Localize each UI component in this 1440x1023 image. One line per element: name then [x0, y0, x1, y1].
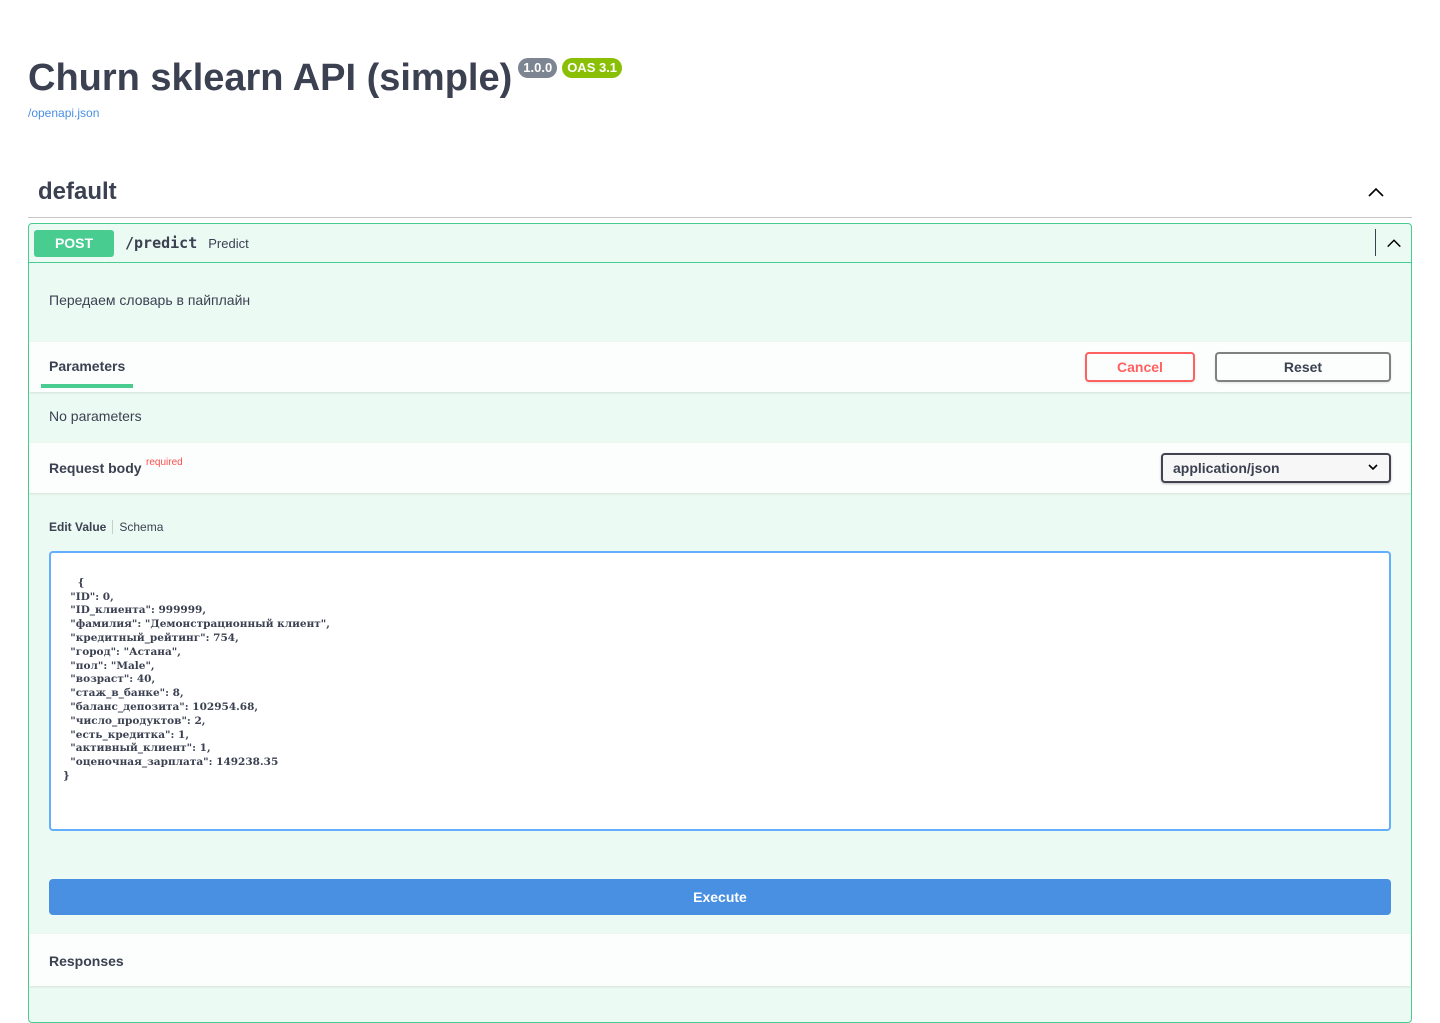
tag-name: default — [38, 177, 117, 205]
reset-button[interactable]: Reset — [1215, 352, 1391, 382]
request-body-text: { "ID": 0, "ID_клиента": 999999, "фамили… — [63, 576, 330, 782]
content-type-value: application/json — [1173, 460, 1280, 476]
responses-header: Responses — [29, 934, 1411, 986]
request-body-header: Request body required application/json — [29, 443, 1411, 493]
tab-divider — [112, 520, 114, 534]
parameters-header: Parameters Cancel Reset — [29, 342, 1411, 392]
content-type-select[interactable]: application/json — [1161, 453, 1391, 483]
tab-schema[interactable]: Schema — [119, 520, 163, 534]
chevron-up-icon[interactable] — [1364, 180, 1388, 204]
chevron-up-icon[interactable] — [1375, 229, 1411, 256]
api-info: Churn sklearn API (simple) 1.0.0 OAS 3.1… — [28, 50, 623, 122]
resize-grip-icon[interactable] — [1378, 818, 1387, 827]
tab-parameters[interactable]: Parameters — [49, 358, 125, 374]
operation-description: Передаем словарь в пайплайн — [49, 292, 251, 308]
openapi-json-link[interactable]: /openapi.json — [28, 106, 99, 120]
chevron-down-icon — [1367, 460, 1379, 476]
request-body-title: Request body — [49, 460, 142, 476]
title-row: Churn sklearn API (simple) 1.0.0 OAS 3.1 — [28, 50, 623, 99]
body-tabs: Edit Value Schema — [49, 520, 163, 534]
operation-path: /predict — [125, 234, 198, 252]
tab-edit-value[interactable]: Edit Value — [49, 520, 106, 534]
execute-button[interactable]: Execute — [49, 879, 1391, 915]
no-parameters-text: No parameters — [49, 408, 142, 424]
tab-active-indicator — [41, 384, 133, 388]
oas-badge: OAS 3.1 — [562, 58, 623, 78]
cancel-button[interactable]: Cancel — [1085, 352, 1195, 382]
request-body-editor[interactable]: { "ID": 0, "ID_клиента": 999999, "фамили… — [49, 551, 1391, 831]
operation-summary[interactable]: POST /predict Predict — [29, 224, 1411, 263]
operation-summary-text: Predict — [208, 235, 249, 251]
required-marker: required — [146, 457, 183, 468]
operation-post-predict: POST /predict Predict Передаем словарь в… — [28, 223, 1412, 1023]
tag-section-header[interactable]: default — [28, 166, 1412, 218]
badges: 1.0.0 OAS 3.1 — [518, 58, 623, 78]
version-badge: 1.0.0 — [518, 58, 558, 78]
responses-title: Responses — [49, 953, 124, 969]
method-badge: POST — [34, 229, 114, 257]
page-title: Churn sklearn API (simple) — [28, 57, 513, 99]
